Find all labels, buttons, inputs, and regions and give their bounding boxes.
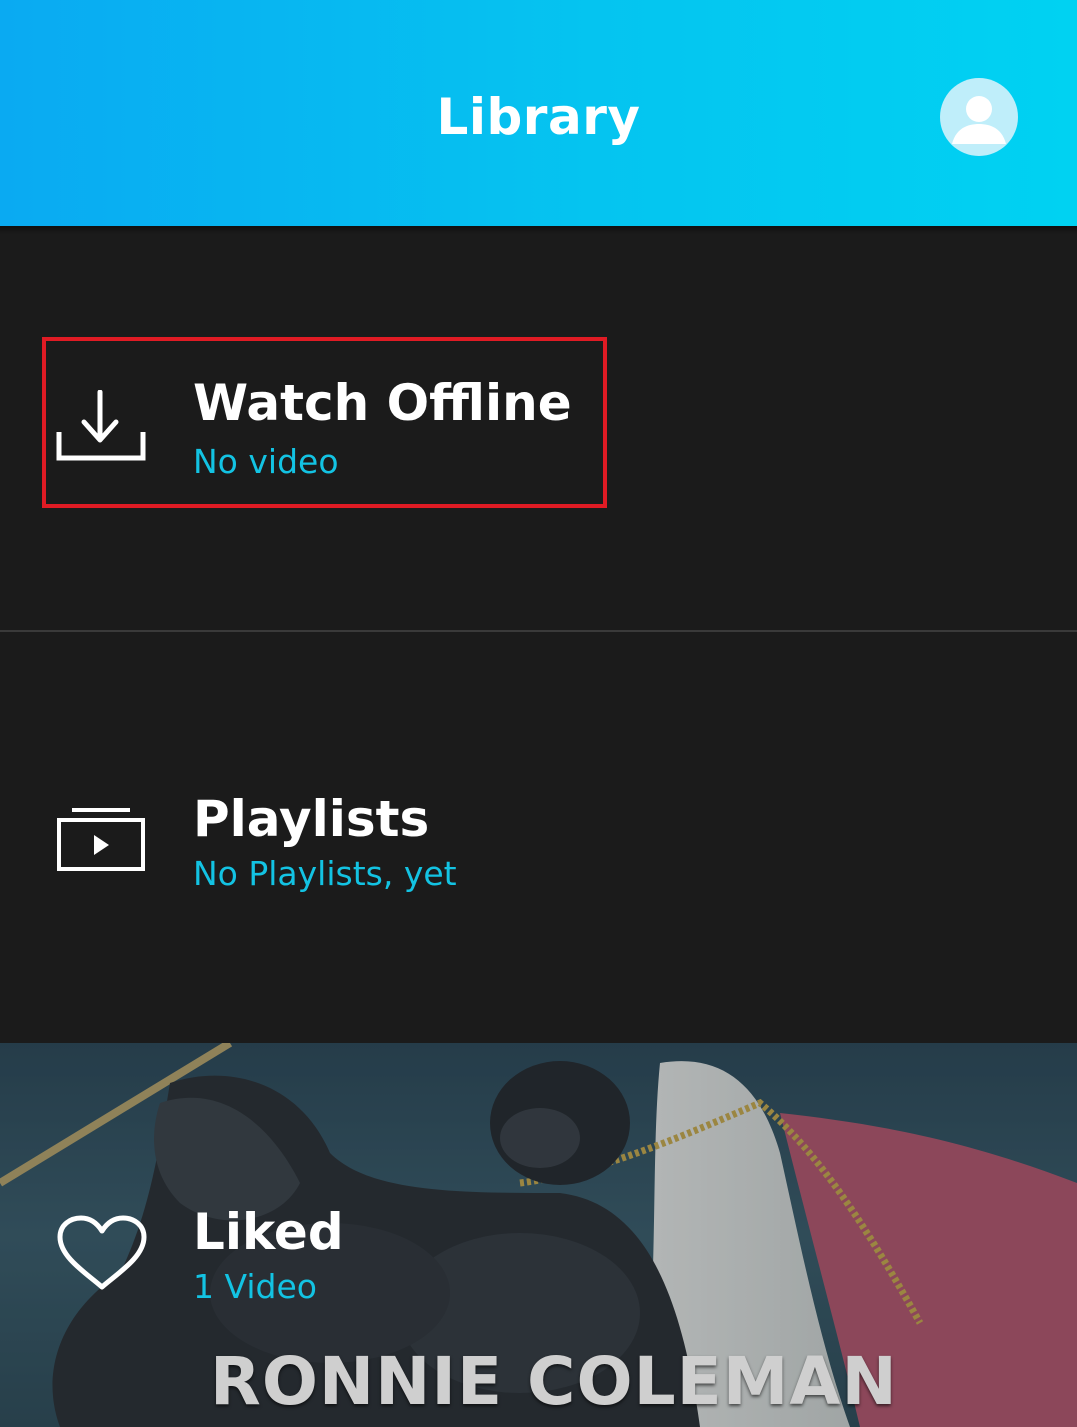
- watch-offline-title: Watch Offline: [193, 374, 572, 432]
- app-header: Library: [0, 0, 1077, 226]
- download-icon: [56, 390, 146, 461]
- liked-subtitle: 1 Video: [193, 1267, 317, 1306]
- heart-icon: [57, 1215, 147, 1290]
- library-item-watch-offline[interactable]: Watch Offline No video: [0, 226, 1077, 630]
- profile-avatar-button[interactable]: [940, 78, 1018, 156]
- library-item-liked[interactable]: RONNIE COLEMAN Liked 1 Video: [0, 1043, 1077, 1427]
- user-avatar-icon: [952, 96, 1006, 144]
- liked-title: Liked: [193, 1203, 344, 1261]
- library-item-playlists[interactable]: Playlists No Playlists, yet: [0, 632, 1077, 1042]
- watch-offline-subtitle: No video: [193, 442, 339, 481]
- page-title: Library: [436, 88, 641, 146]
- playlist-icon: [57, 808, 145, 871]
- playlists-subtitle: No Playlists, yet: [193, 854, 457, 893]
- playlists-title: Playlists: [193, 790, 430, 848]
- liked-thumbnail-caption: RONNIE COLEMAN: [210, 1343, 898, 1420]
